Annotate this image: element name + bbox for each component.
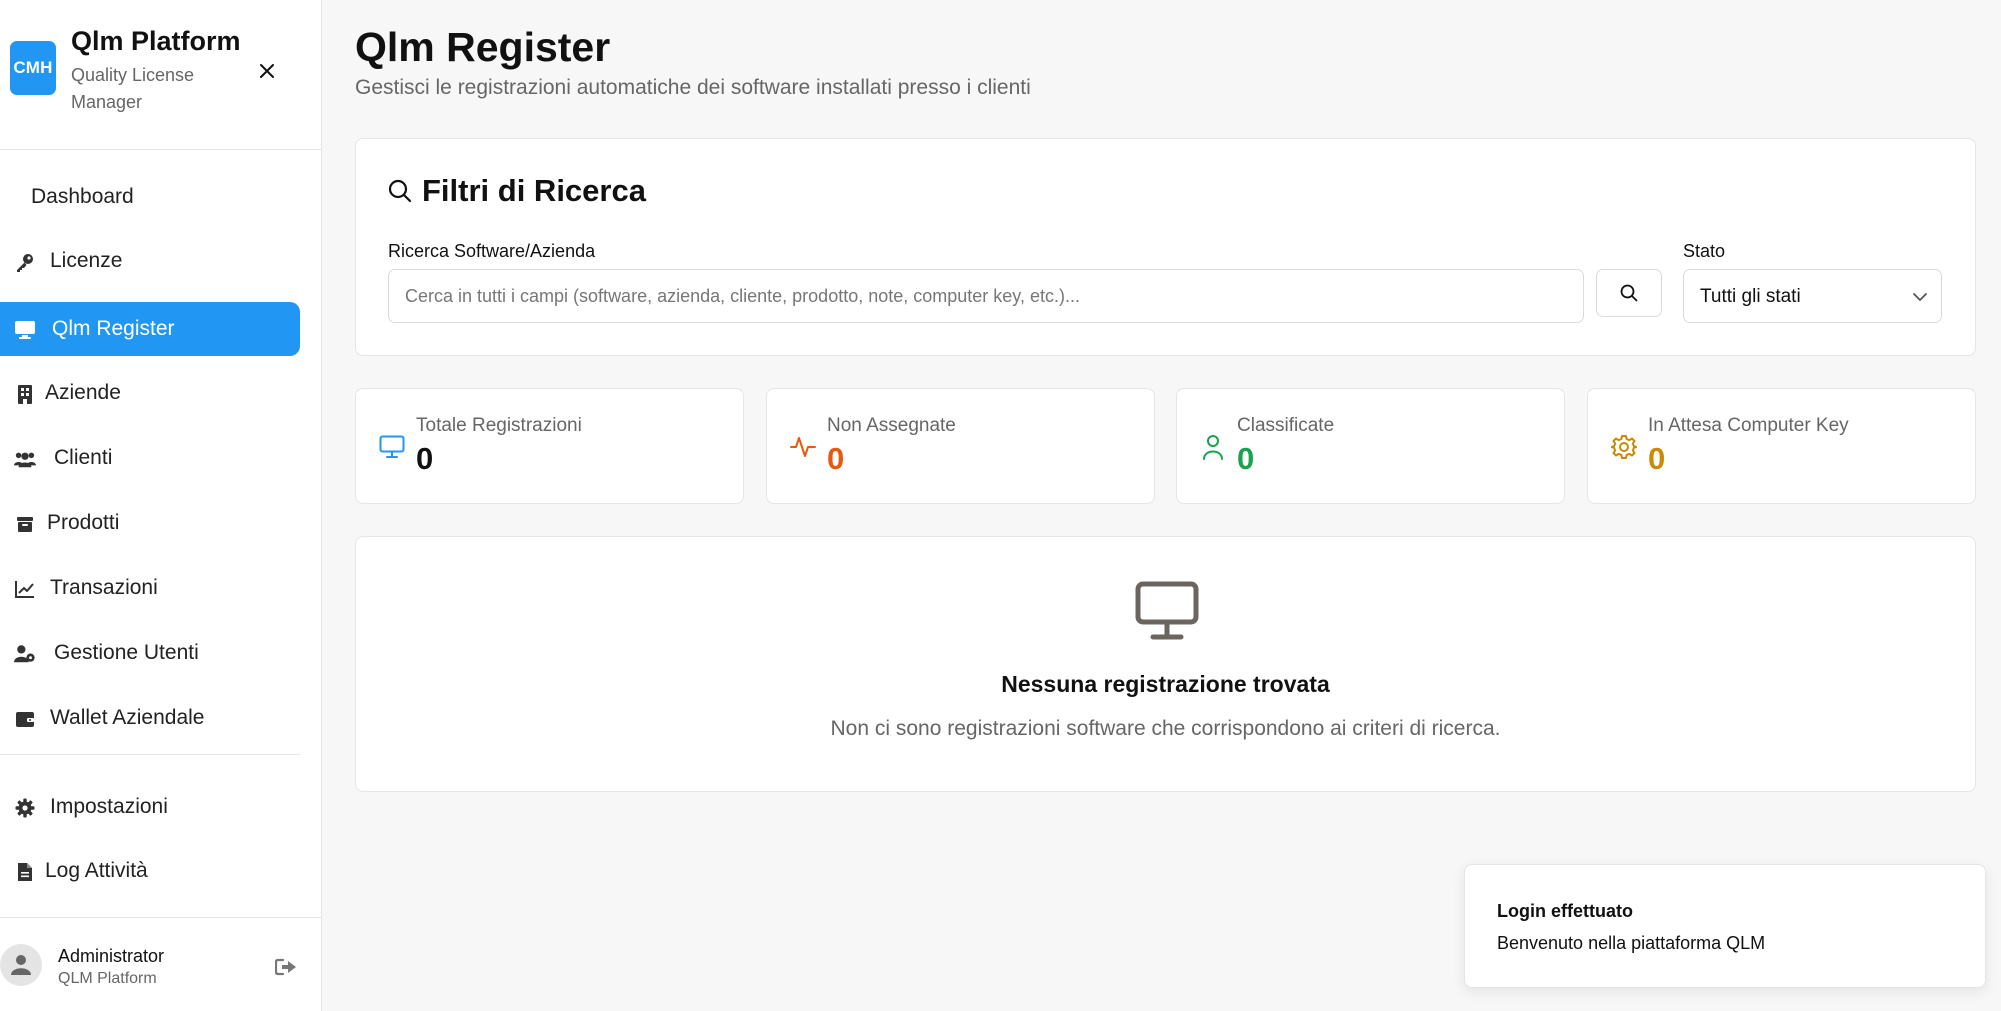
user-name: Administrator xyxy=(58,946,165,966)
stat-value: 0 xyxy=(827,441,845,476)
sidebar-item-wallet-aziendale[interactable]: Wallet Aziendale xyxy=(0,691,300,745)
close-sidebar-button[interactable] xyxy=(252,56,282,86)
sidebar-item-impostazioni[interactable]: Impostazioni xyxy=(0,780,300,834)
sidebar-item-label: Log Attività xyxy=(45,859,148,882)
sidebar: CMH Qlm Platform Quality License Manager… xyxy=(0,0,322,1011)
search-icon xyxy=(1620,284,1638,302)
search-input[interactable] xyxy=(388,269,1584,323)
stat-card-totale: Totale Registrazioni 0 xyxy=(355,388,744,504)
search-icon xyxy=(388,179,412,203)
filters-header: Filtri di Ricerca xyxy=(388,173,646,209)
page-subtitle: Gestisci le registrazioni automatiche de… xyxy=(355,76,1031,99)
empty-description: Non ci sono registrazioni software che c… xyxy=(830,717,1501,740)
logout-icon xyxy=(275,958,296,976)
chevron-down-icon xyxy=(1913,293,1927,301)
toast-description: Benvenuto nella piattaforma QLM xyxy=(1497,933,1766,953)
user-gear-icon xyxy=(14,643,36,665)
sidebar-item-gestione-utenti[interactable]: Gestione Utenti xyxy=(0,626,300,680)
brand-subtitle: Quality License Manager xyxy=(71,65,195,112)
sidebar-item-dashboard[interactable]: Dashboard xyxy=(0,170,300,224)
user-icon xyxy=(11,955,31,975)
activity-icon xyxy=(789,433,817,461)
sidebar-item-prodotti[interactable]: Prodotti xyxy=(0,496,300,550)
toast-title: Login effettuato xyxy=(1497,901,1633,921)
stat-label: Classificate xyxy=(1237,415,1335,436)
sidebar-item-label: Dashboard xyxy=(31,185,134,208)
sidebar-item-clienti[interactable]: Clienti xyxy=(0,431,300,485)
sidebar-item-label: Aziende xyxy=(45,381,121,404)
file-icon xyxy=(14,861,36,883)
sidebar-item-aziende[interactable]: Aziende xyxy=(0,366,300,420)
sidebar-item-label: Transazioni xyxy=(50,576,158,599)
sidebar-item-qlm-register[interactable]: Qlm Register xyxy=(0,302,300,356)
status-select-value: Tutti gli stati xyxy=(1700,286,1801,307)
sidebar-item-label: Wallet Aziendale xyxy=(50,706,205,729)
page-title: Qlm Register xyxy=(355,24,611,70)
empty-title: Nessuna registrazione trovata xyxy=(1001,671,1330,697)
chart-line-icon xyxy=(14,578,36,600)
toast-notification[interactable]: Login effettuato Benvenuto nella piattaf… xyxy=(1464,864,1986,988)
status-select[interactable]: Tutti gli stati xyxy=(1683,269,1942,323)
stat-card-non-assegnate: Non Assegnate 0 xyxy=(766,388,1155,504)
filters-card: Filtri di Ricerca Ricerca Software/Azien… xyxy=(355,138,1976,356)
sidebar-item-label: Licenze xyxy=(50,249,123,272)
gear-icon xyxy=(1610,433,1638,461)
sidebar-item-transazioni[interactable]: Transazioni xyxy=(0,561,300,615)
stat-card-in-attesa: In Attesa Computer Key 0 xyxy=(1587,388,1976,504)
search-button[interactable] xyxy=(1596,269,1662,317)
status-label: Stato xyxy=(1683,241,1726,261)
search-label: Ricerca Software/Azienda xyxy=(388,241,596,261)
stat-label: In Attesa Computer Key xyxy=(1648,415,1849,436)
sidebar-item-label: Impostazioni xyxy=(50,795,168,818)
logout-button[interactable] xyxy=(273,956,299,978)
users-icon xyxy=(14,448,36,470)
sidebar-divider xyxy=(0,754,300,755)
monitor-icon xyxy=(1135,581,1199,640)
sidebar-item-licenze[interactable]: Licenze xyxy=(0,234,300,288)
sidebar-item-label: Prodotti xyxy=(47,511,120,534)
stat-card-classificate: Classificate 0 xyxy=(1176,388,1565,504)
stat-value: 0 xyxy=(416,441,434,476)
gear-icon xyxy=(14,797,36,819)
empty-state: Nessuna registrazione trovata Non ci son… xyxy=(355,536,1976,792)
monitor-icon xyxy=(14,319,36,341)
stat-label: Non Assegnate xyxy=(827,415,956,436)
user-icon xyxy=(1199,433,1227,461)
wallet-icon xyxy=(14,708,36,730)
user-role: QLM Platform xyxy=(58,970,157,987)
key-icon xyxy=(14,251,36,273)
user-panel: Administrator QLM Platform xyxy=(0,917,322,1011)
sidebar-item-label: Clienti xyxy=(54,446,113,469)
monitor-icon xyxy=(378,433,406,461)
sidebar-brand: CMH Qlm Platform Quality License Manager xyxy=(0,0,321,150)
brand-logo: CMH xyxy=(10,41,56,95)
stat-value: 0 xyxy=(1237,441,1255,476)
avatar[interactable] xyxy=(0,944,42,986)
filters-title: Filtri di Ricerca xyxy=(422,173,646,208)
sidebar-item-log-attivita[interactable]: Log Attività xyxy=(0,844,300,898)
sidebar-item-label: Qlm Register xyxy=(52,317,175,340)
close-icon xyxy=(260,64,274,78)
stat-value: 0 xyxy=(1648,441,1666,476)
building-icon xyxy=(14,383,36,405)
brand-title: Qlm Platform xyxy=(71,26,241,56)
sidebar-item-label: Gestione Utenti xyxy=(54,641,199,664)
stat-label: Totale Registrazioni xyxy=(416,415,582,436)
box-icon xyxy=(14,513,36,535)
